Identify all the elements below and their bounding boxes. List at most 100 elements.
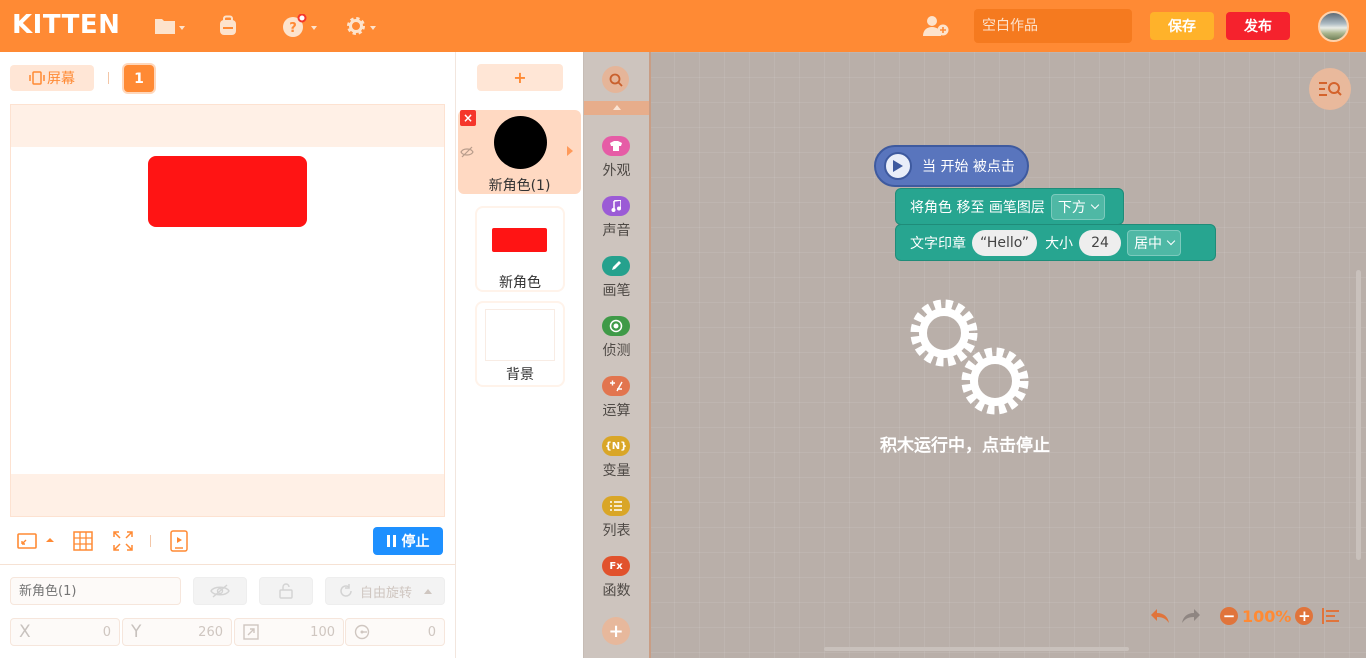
redo-button[interactable] xyxy=(1180,604,1202,628)
stop-button[interactable]: 停止 xyxy=(373,527,443,555)
arrange-blocks-button[interactable] xyxy=(1322,604,1340,628)
add-collaborator-button[interactable] xyxy=(922,14,950,38)
chevron-up-icon xyxy=(424,588,432,594)
direction-value: 0 xyxy=(427,624,436,640)
y-coordinate-field[interactable]: Y 260 xyxy=(122,618,232,646)
when-start-clicked-block[interactable]: 当 开始 被点击 xyxy=(874,145,1029,187)
category-label: 变量 xyxy=(602,463,631,479)
category-label: 画笔 xyxy=(602,283,631,299)
block-label: 当 开始 被点击 xyxy=(922,159,1015,175)
workspace-scrollbar-horizontal[interactable] xyxy=(824,647,1129,651)
sprite-thumbnail xyxy=(492,228,547,252)
zoom-in-button[interactable]: + xyxy=(1295,607,1314,625)
chevron-right-icon[interactable] xyxy=(567,146,573,156)
save-button[interactable]: 保存 xyxy=(1150,12,1214,40)
grid-icon[interactable] xyxy=(72,530,94,552)
sprite-item[interactable]: × 新角色(1) xyxy=(458,110,581,194)
scroll-up-button[interactable] xyxy=(584,101,649,115)
workspace-scrollbar-vertical[interactable] xyxy=(1356,270,1361,560)
fullscreen-icon[interactable] xyxy=(112,530,134,552)
sprite-item-label: 新角色(1) xyxy=(488,178,551,194)
eye-hidden-icon[interactable] xyxy=(460,146,474,158)
size-field[interactable]: 100 xyxy=(234,618,344,646)
align-left-icon xyxy=(1322,608,1339,624)
category-pen[interactable]: 画笔 xyxy=(584,256,649,312)
pause-icon xyxy=(386,535,396,547)
running-status-text[interactable]: 积木运行中，点击停止 xyxy=(835,431,1095,456)
text-stamp-block[interactable]: 文字印章 “Hello” 大小 24 居中 xyxy=(895,224,1216,261)
category-label: 侦测 xyxy=(602,343,631,359)
kitten-editor: KITTEN ? 保存 发布 屏幕 1 xyxy=(0,0,1366,658)
category-label: 外观 xyxy=(602,163,631,179)
direction-icon xyxy=(354,624,370,640)
y-value: 260 xyxy=(198,624,223,640)
stamp-text-input[interactable]: “Hello” xyxy=(972,229,1038,256)
block-label: 文字印章 xyxy=(910,235,966,252)
zoom-out-button[interactable]: − xyxy=(1220,607,1238,625)
background-thumbnail xyxy=(485,309,555,361)
resize-icon xyxy=(243,624,259,640)
category-functions[interactable]: Fx 函数 xyxy=(584,556,649,612)
divider xyxy=(150,535,151,547)
category-sensing[interactable]: 侦测 xyxy=(584,316,649,372)
move-to-pen-layer-block[interactable]: 将角色 移至 画笔图层 下方 xyxy=(895,188,1124,225)
layer-dropdown[interactable]: 下方 xyxy=(1050,193,1105,220)
category-lists[interactable]: 列表 xyxy=(584,496,649,552)
code-workspace[interactable]: 当 开始 被点击 将角色 移至 画笔图层 下方 文字印章 “Hello” 大小 … xyxy=(649,52,1366,658)
publish-button[interactable]: 发布 xyxy=(1226,12,1290,40)
add-sprite-button[interactable]: + xyxy=(477,64,563,91)
chevron-up-icon xyxy=(613,105,621,110)
chevron-down-icon xyxy=(311,26,317,30)
top-bar: KITTEN ? 保存 发布 xyxy=(0,0,1366,52)
lock-toggle[interactable] xyxy=(259,577,313,605)
gear-icon xyxy=(347,17,365,35)
block-search-button[interactable] xyxy=(602,66,629,93)
play-preview-icon[interactable] xyxy=(168,530,190,552)
screen-button[interactable]: 屏幕 xyxy=(10,65,94,91)
category-variables[interactable]: {N} 变量 xyxy=(584,436,649,492)
undo-icon xyxy=(1151,609,1169,623)
delete-sprite-button[interactable]: × xyxy=(460,110,476,126)
background-item[interactable]: 背景 xyxy=(477,303,563,385)
category-label: 声音 xyxy=(602,223,631,239)
variable-icon: {N} xyxy=(602,436,630,456)
stage-size-icon[interactable] xyxy=(16,530,38,552)
help-menu-button[interactable]: ? xyxy=(282,14,317,38)
category-operators[interactable]: 运算 xyxy=(584,376,649,432)
chevron-up-icon[interactable] xyxy=(44,534,56,546)
stamp-size-input[interactable]: 24 xyxy=(1079,229,1122,256)
category-appearance[interactable]: 外观 xyxy=(584,136,649,192)
workspace-search-button[interactable] xyxy=(1309,68,1351,110)
x-value: 0 xyxy=(102,624,111,640)
x-coordinate-field[interactable]: X 0 xyxy=(10,618,120,646)
size-value: 100 xyxy=(310,624,335,640)
backpack-icon xyxy=(220,15,236,35)
file-menu-button[interactable] xyxy=(154,14,185,38)
music-note-icon xyxy=(602,196,630,216)
rotation-mode-label: 自由旋转 xyxy=(359,585,412,601)
screen-page-tab[interactable]: 1 xyxy=(124,65,154,92)
visibility-toggle[interactable] xyxy=(193,577,247,605)
backpack-button[interactable] xyxy=(217,14,239,38)
direction-field[interactable]: 0 xyxy=(345,618,445,646)
stage-canvas[interactable] xyxy=(10,104,445,517)
search-icon xyxy=(609,73,623,87)
user-avatar[interactable] xyxy=(1318,11,1349,42)
rotation-mode-select[interactable]: 自由旋转 xyxy=(325,577,445,605)
zoom-controls: − 100% + xyxy=(1220,604,1314,628)
add-extension-button[interactable]: + xyxy=(602,617,630,645)
stage-screen xyxy=(11,147,444,474)
category-sound[interactable]: 声音 xyxy=(584,196,649,252)
category-label: 函数 xyxy=(602,583,631,599)
x-label: X xyxy=(19,622,31,642)
sprite-name-input[interactable] xyxy=(10,577,181,605)
stage-sprite-red-rectangle[interactable] xyxy=(148,156,307,227)
undo-button[interactable] xyxy=(1149,604,1171,628)
sprite-item-label: 新角色 xyxy=(499,275,541,291)
sprite-item[interactable]: 新角色 xyxy=(477,208,563,291)
align-dropdown[interactable]: 居中 xyxy=(1127,229,1182,256)
project-title-input[interactable] xyxy=(974,9,1132,43)
settings-menu-button[interactable] xyxy=(345,14,376,38)
stage-panel: 屏幕 1 停止 自由旋 xyxy=(0,52,455,658)
category-label: 运算 xyxy=(602,403,631,419)
